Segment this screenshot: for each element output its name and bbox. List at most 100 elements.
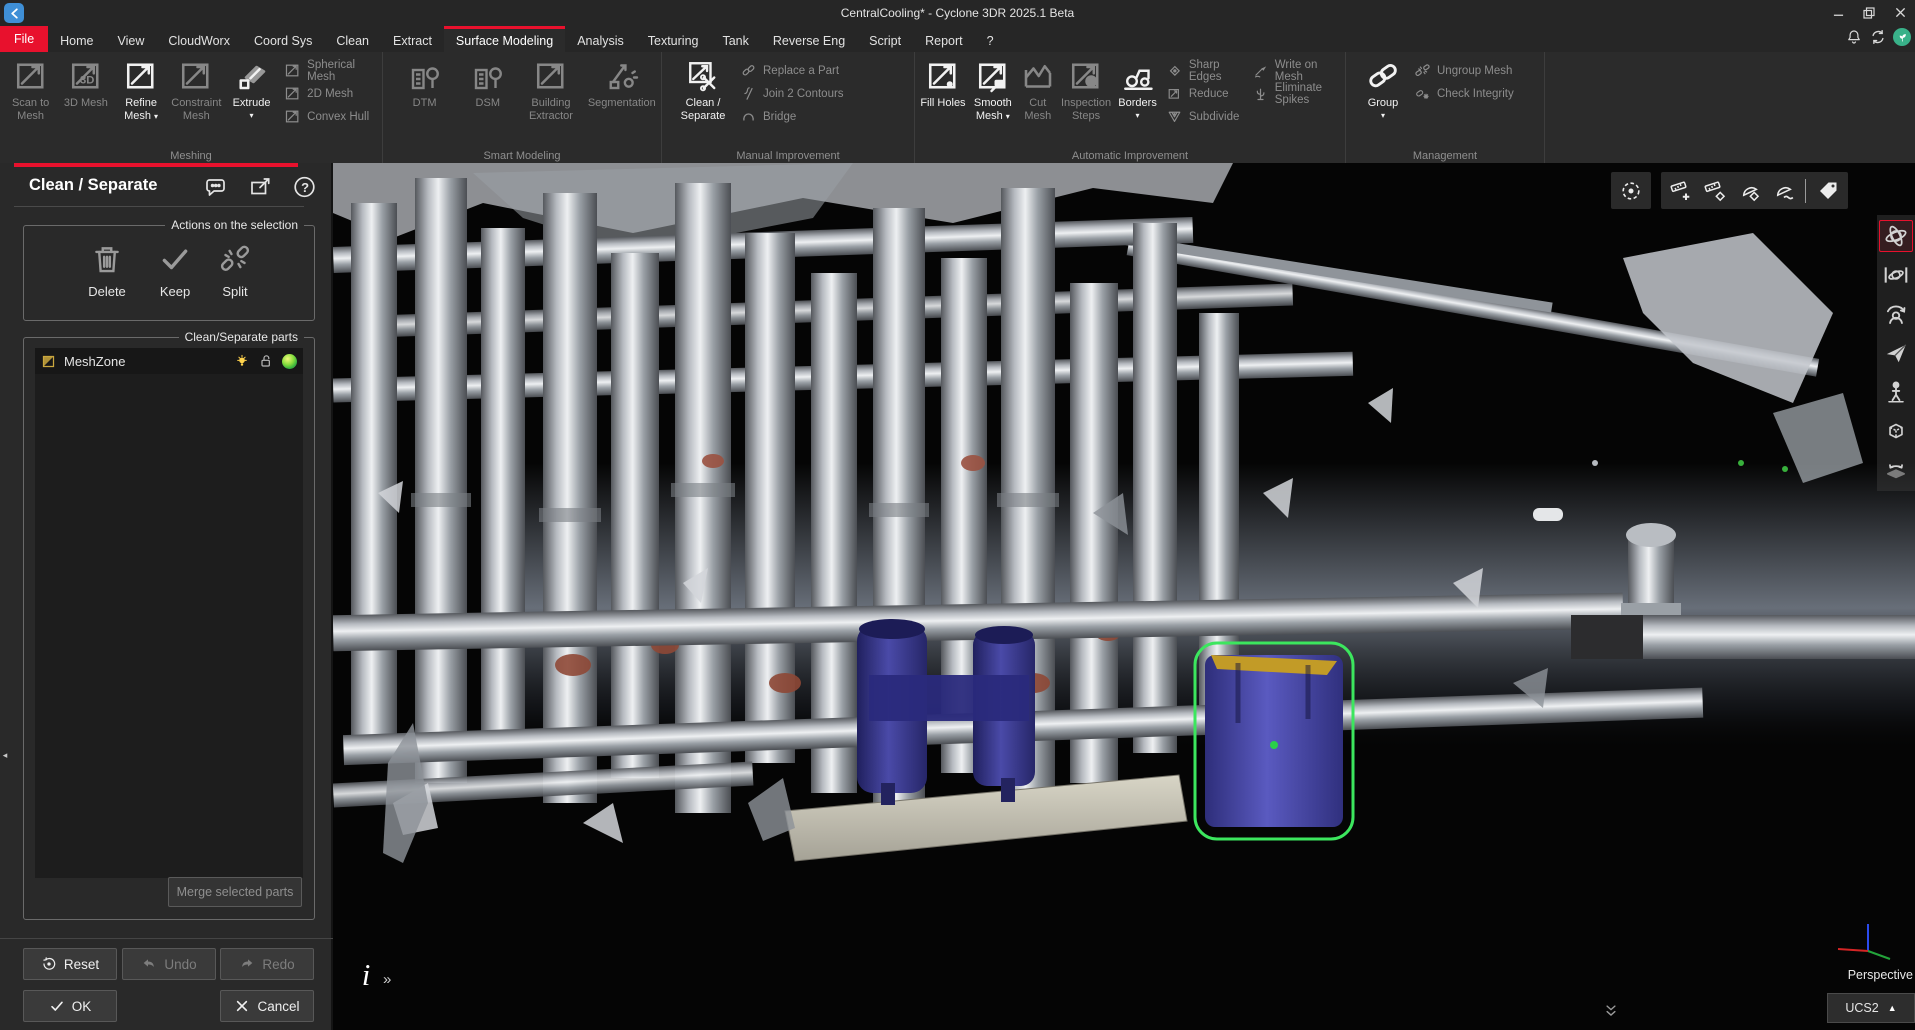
reduce-button[interactable]: Reduce — [1166, 83, 1240, 104]
tab-texturing[interactable]: Texturing — [636, 26, 711, 52]
walk-tool[interactable] — [1879, 376, 1913, 408]
measure-part-icon[interactable] — [1703, 179, 1727, 203]
parts-list[interactable]: MeshZone — [35, 348, 303, 878]
fill-holes-button[interactable]: Fill Holes — [919, 56, 967, 110]
turntable-tool[interactable] — [1879, 454, 1913, 486]
actions-groupbox: Actions on the selection Delete Keep Spl… — [23, 225, 315, 321]
redo-button[interactable]: Redo — [220, 948, 314, 980]
ucs-selector-button[interactable]: UCS2▲ — [1827, 993, 1915, 1023]
bulb-icon[interactable] — [234, 353, 250, 369]
fly-tool[interactable] — [1879, 337, 1913, 369]
selected-object — [1195, 643, 1353, 839]
parts-caption: Clean/Separate parts — [179, 330, 304, 344]
orbit-tool[interactable] — [1879, 220, 1913, 252]
convex-hull-button[interactable]: Convex Hull — [284, 106, 378, 127]
sync-icon[interactable] — [1869, 28, 1887, 46]
divider — [14, 206, 304, 207]
color-sphere-icon[interactable] — [282, 354, 297, 369]
extrude-button[interactable]: Extrude▾ — [225, 56, 278, 120]
panel-collapse-arrow[interactable]: ◂ — [0, 747, 10, 763]
tab-report[interactable]: Report — [913, 26, 975, 52]
chevron-down-icon: ▾ — [1115, 111, 1160, 120]
smooth-mesh-button[interactable]: Smooth Mesh▾ — [969, 56, 1017, 123]
sprout-badge-icon[interactable] — [1893, 28, 1911, 46]
delete-action[interactable]: Delete — [72, 242, 142, 299]
cancel-button[interactable]: Cancel — [220, 990, 314, 1022]
inspection-steps-button[interactable]: Inspection Steps — [1059, 56, 1114, 123]
refine-mesh-button[interactable]: Refine Mesh▾ — [114, 56, 167, 123]
panel-accent-bar — [14, 163, 298, 167]
view-cube-icon — [1883, 418, 1909, 444]
group-caption-automatic-improvement: Automatic Improvement — [915, 150, 1345, 162]
write-on-mesh-button[interactable]: Write on Mesh — [1252, 60, 1341, 81]
borders-button[interactable]: Borders▾ — [1115, 56, 1160, 120]
tab-clean[interactable]: Clean — [324, 26, 381, 52]
target-tool-button[interactable] — [1611, 172, 1651, 209]
tab-cloudworx[interactable]: CloudWorx — [156, 26, 242, 52]
chevron-down-icon: ▾ — [154, 112, 158, 121]
list-item-meshzone[interactable]: MeshZone — [35, 348, 303, 374]
mesh-part-icon — [41, 354, 56, 369]
angle-icon[interactable] — [1737, 179, 1761, 203]
ok-button[interactable]: OK — [23, 990, 117, 1022]
join-2-contours-button[interactable]: Join 2 Contours — [740, 83, 844, 104]
dtm-button[interactable]: DTM — [397, 56, 452, 110]
3d-mesh-button[interactable]: 3D Mesh — [59, 56, 112, 110]
info-expand-chevron[interactable]: » — [383, 971, 391, 988]
toolbar-collapse-chevron[interactable] — [1601, 1003, 1621, 1017]
reset-button[interactable]: Reset — [23, 948, 117, 980]
cut-mesh-button[interactable]: Cut Mesh — [1019, 56, 1057, 123]
projection-label: Perspective — [1833, 968, 1913, 982]
eliminate-spikes-button[interactable]: Eliminate Spikes — [1252, 83, 1341, 104]
tab-script[interactable]: Script — [857, 26, 913, 52]
turntable-icon — [1883, 457, 1909, 483]
tab-analysis[interactable]: Analysis — [565, 26, 636, 52]
viewport-3d-scene[interactable] — [333, 163, 1915, 1030]
check-integrity-button[interactable]: Check Integrity — [1414, 83, 1514, 104]
sharp-edges-button[interactable]: Sharp Edges — [1166, 60, 1240, 81]
dsm-button[interactable]: DSM — [460, 56, 515, 110]
angle-wave-icon[interactable] — [1771, 179, 1795, 203]
measure-add-icon[interactable] — [1669, 179, 1693, 203]
constrained-orbit-tool[interactable] — [1879, 259, 1913, 291]
minimize-button[interactable] — [1823, 0, 1853, 25]
view-cube-tool[interactable] — [1879, 415, 1913, 447]
tab-coord-sys[interactable]: Coord Sys — [242, 26, 324, 52]
examine-tool[interactable] — [1879, 298, 1913, 330]
replace-a-part-button[interactable]: Replace a Part — [740, 60, 844, 81]
popout-icon[interactable] — [247, 175, 274, 199]
undo-button[interactable]: Undo — [122, 948, 216, 980]
bridge-button[interactable]: Bridge — [740, 106, 844, 127]
tab-help[interactable]: ? — [975, 26, 1006, 52]
building-extractor-button[interactable]: Building Extractor — [523, 56, 578, 123]
split-action[interactable]: Split — [200, 242, 270, 299]
tab-extract[interactable]: Extract — [381, 26, 444, 52]
ribbon: Scan to Mesh 3D Mesh Refine Mesh▾ Constr… — [0, 52, 1915, 163]
merge-selected-parts-button[interactable]: Merge selected parts — [168, 877, 302, 907]
divider — [1805, 179, 1806, 203]
tag-icon[interactable] — [1816, 179, 1840, 203]
bell-icon[interactable] — [1845, 28, 1863, 46]
group-button[interactable]: Group▾ — [1358, 56, 1408, 120]
constraint-mesh-button[interactable]: Constraint Mesh — [170, 56, 223, 123]
info-button[interactable]: i — [351, 955, 381, 995]
tab-view[interactable]: View — [106, 26, 157, 52]
segmentation-button[interactable]: Segmentation — [587, 56, 657, 110]
tab-home[interactable]: Home — [48, 26, 105, 52]
tab-file[interactable]: File — [0, 26, 48, 52]
group-caption-management: Management — [1346, 150, 1544, 162]
subdivide-button[interactable]: Subdivide — [1166, 106, 1240, 127]
lock-open-icon[interactable] — [258, 353, 274, 369]
restore-button[interactable] — [1854, 0, 1884, 25]
comment-icon[interactable] — [202, 175, 229, 199]
close-button[interactable] — [1885, 0, 1915, 25]
tab-reverse-eng[interactable]: Reverse Eng — [761, 26, 857, 52]
ungroup-mesh-button[interactable]: Ungroup Mesh — [1414, 60, 1514, 81]
tab-tank[interactable]: Tank — [710, 26, 760, 52]
scan-to-mesh-button[interactable]: Scan to Mesh — [4, 56, 57, 123]
tab-surface-modeling[interactable]: Surface Modeling — [444, 26, 565, 52]
2d-mesh-button[interactable]: 2D Mesh — [284, 83, 378, 104]
clean-separate-button[interactable]: Clean / Separate — [672, 56, 734, 123]
help-icon[interactable] — [291, 175, 318, 199]
spherical-mesh-button[interactable]: Spherical Mesh — [284, 60, 378, 81]
